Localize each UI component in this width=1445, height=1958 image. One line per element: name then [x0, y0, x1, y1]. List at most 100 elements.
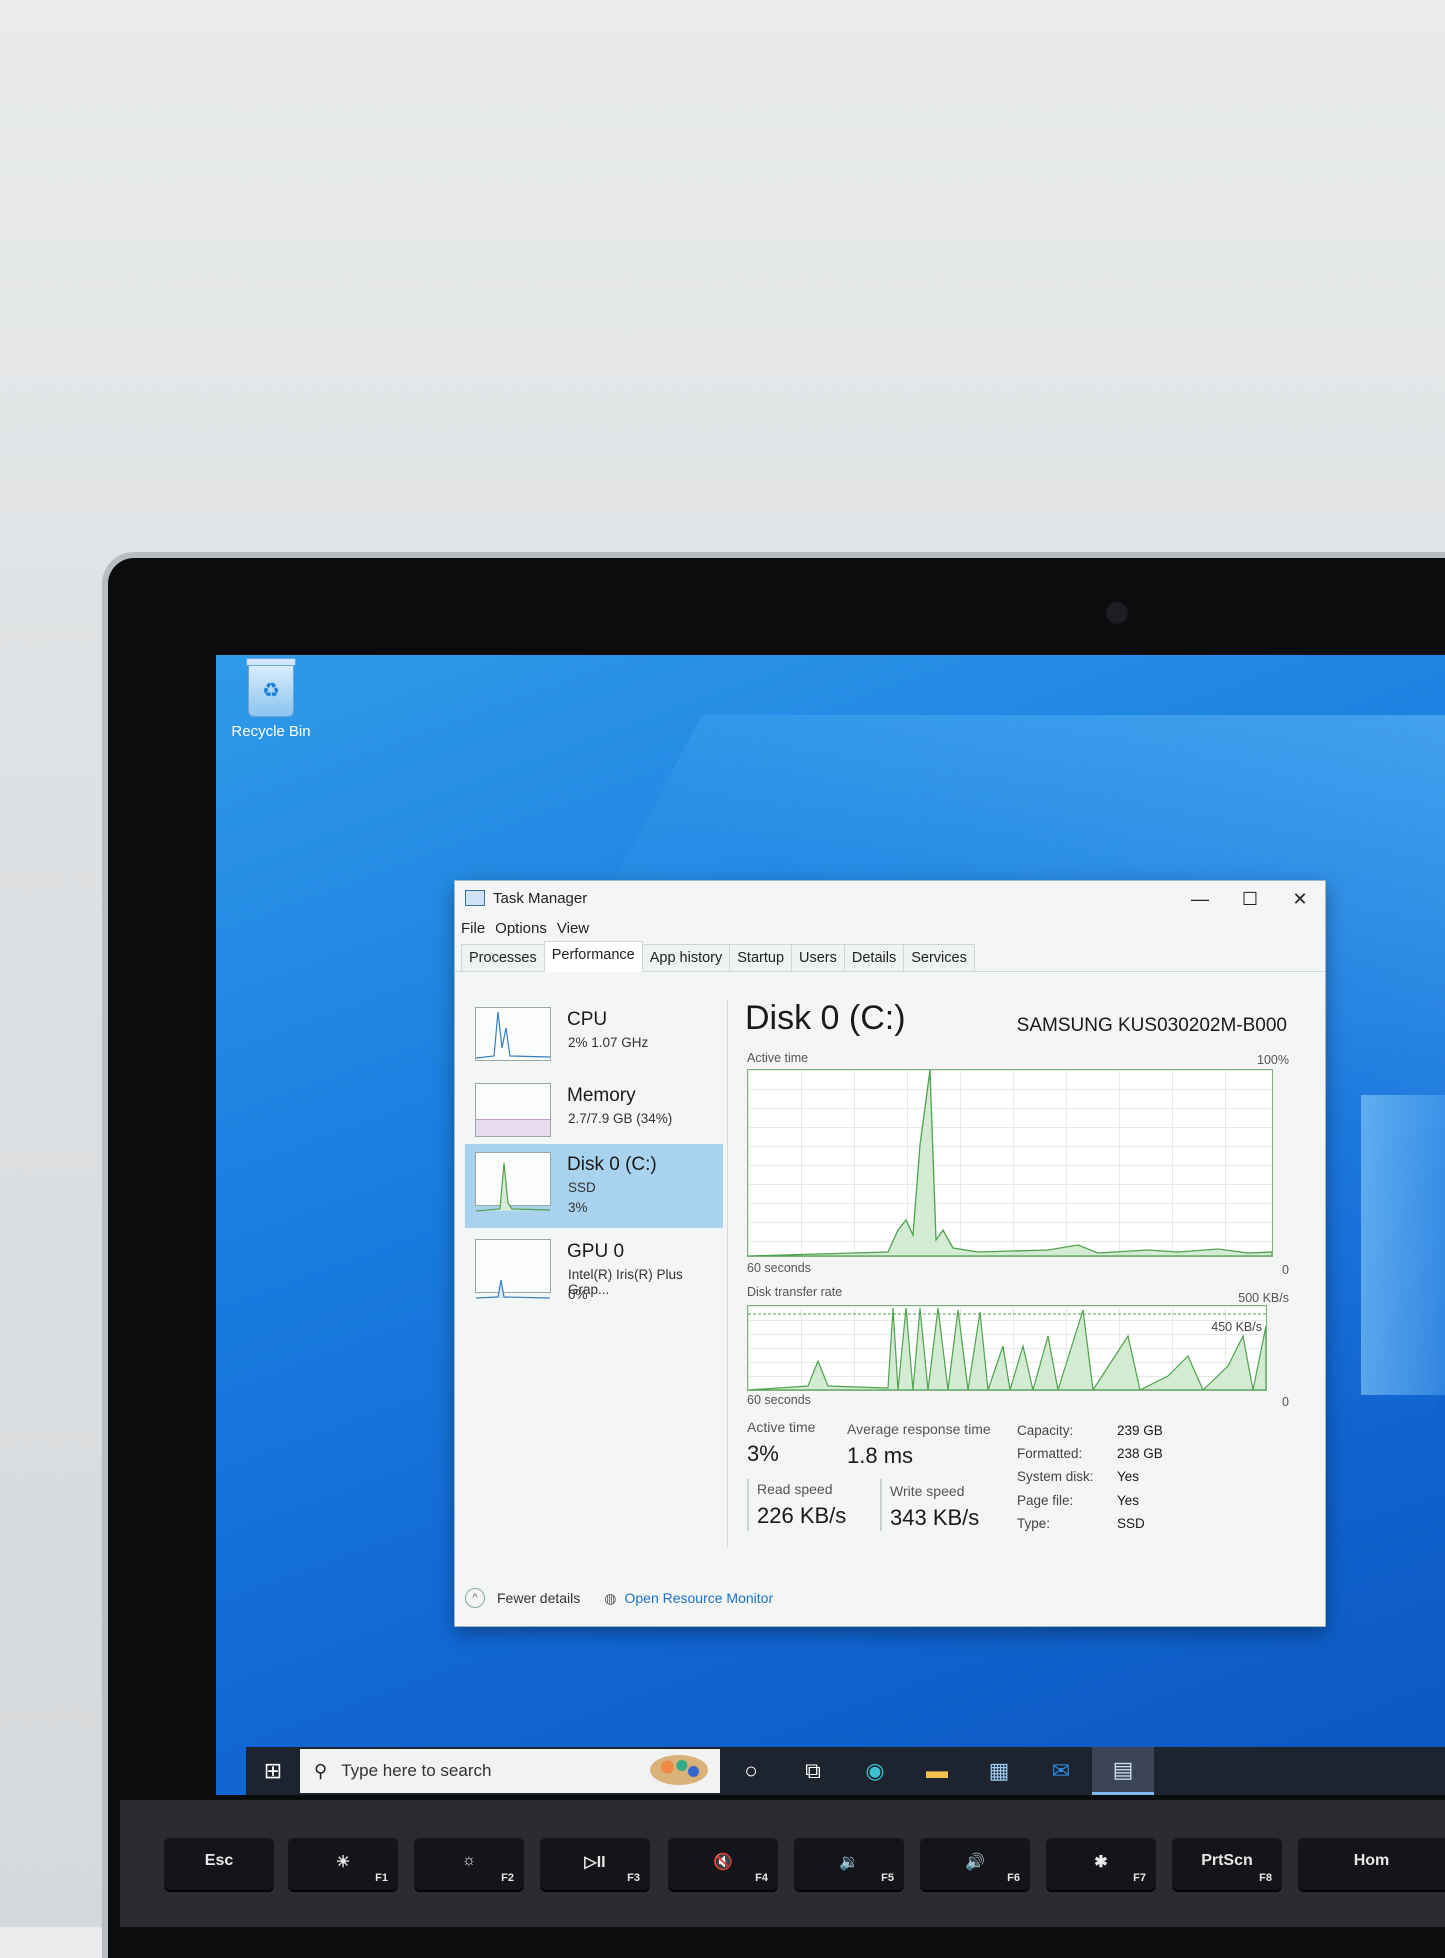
mail-button[interactable]: ✉ — [1030, 1747, 1092, 1795]
task-view-button[interactable]: ⧉ — [782, 1747, 844, 1795]
key-label: ▷II — [584, 1854, 606, 1871]
maximize-button[interactable]: ☐ — [1225, 885, 1275, 913]
resource-cpu[interactable]: CPU 2% 1.07 GHz — [465, 999, 723, 1083]
edge-icon: ◉ — [865, 1758, 885, 1783]
window-title: Task Manager — [493, 889, 588, 907]
menu-options[interactable]: Options — [495, 920, 547, 937]
key-fn: F4 — [755, 1872, 768, 1884]
tab-details[interactable]: Details — [843, 944, 905, 971]
capacity-label: Capacity: — [1017, 1423, 1074, 1438]
active-time-stat-label: Active time — [747, 1419, 816, 1435]
active-time-seconds-label: 60 seconds — [747, 1261, 811, 1275]
read-speed-label: Read speed — [757, 1481, 833, 1497]
key-label: ☼ — [461, 1852, 477, 1869]
start-button[interactable]: ⊞ — [246, 1747, 300, 1795]
key-f6[interactable]: 🔊 F6 — [920, 1838, 1030, 1890]
tab-users[interactable]: Users — [791, 944, 845, 971]
tab-bar: Processes Performance App history Startu… — [455, 941, 1325, 972]
fewer-details-link[interactable]: Fewer details — [497, 1590, 580, 1606]
task-manager-icon: ▤ — [1112, 1756, 1134, 1782]
transfer-max-label: 500 KB/s — [1238, 1291, 1289, 1305]
resource-disk-0[interactable]: Disk 0 (C:) SSD 3% — [465, 1144, 723, 1228]
keyboard-cover: Esc ☀ F1 ☼ F2 ▷II F3 🔇 F4 🔉 F5 🔊 F6 ✱ F7 PrtScn… — [120, 1800, 1445, 1927]
read-speed-value: 226 KB/s — [757, 1503, 847, 1528]
menu-view[interactable]: View — [557, 920, 589, 937]
write-speed-label: Write speed — [890, 1483, 965, 1499]
footer-bar: ^ Fewer details ◍ Open Resource Monitor — [465, 1588, 773, 1608]
key-label: ✱ — [1094, 1854, 1108, 1871]
recycle-bin-label: Recycle Bin — [231, 723, 311, 740]
key-fn: F1 — [375, 1872, 388, 1884]
active-time-max-label: 100% — [1257, 1053, 1289, 1067]
task-view-icon: ⧉ — [805, 1758, 821, 1783]
store-icon: ▦ — [988, 1758, 1010, 1783]
key-label: 🔇 — [713, 1854, 733, 1871]
key-esc[interactable]: Esc — [164, 1838, 274, 1890]
key-fn: F3 — [627, 1872, 640, 1884]
file-explorer-button[interactable]: ▬ — [906, 1747, 968, 1795]
transfer-threshold-label: 450 KB/s — [1211, 1320, 1262, 1334]
tab-processes[interactable]: Processes — [461, 944, 545, 971]
transfer-seconds-label: 60 seconds — [747, 1393, 811, 1407]
search-icon: ⚲ — [314, 1760, 328, 1781]
key-fn: F5 — [881, 1872, 894, 1884]
panel-divider — [727, 999, 728, 1547]
key-f2[interactable]: ☼ F2 — [414, 1838, 524, 1890]
mail-icon: ✉ — [1051, 1758, 1071, 1783]
disk-transfer-graph: 450 KB/s — [747, 1305, 1267, 1391]
key-f5[interactable]: 🔉 F5 — [794, 1838, 904, 1890]
edge-button[interactable]: ◉ — [844, 1747, 906, 1795]
circle-icon: ○ — [744, 1758, 758, 1783]
formatted-value: 238 GB — [1117, 1446, 1163, 1461]
transfer-graph-label: Disk transfer rate — [747, 1285, 843, 1299]
system-disk-label: System disk: — [1017, 1469, 1094, 1484]
close-button[interactable]: ✕ — [1275, 885, 1325, 913]
task-manager-taskbar-button[interactable]: ▤ — [1092, 1747, 1154, 1795]
tab-performance[interactable]: Performance — [543, 941, 643, 972]
key-f8-prtscn[interactable]: PrtScn F8 — [1172, 1838, 1282, 1890]
avg-response-label: Average response time — [847, 1421, 991, 1437]
palette-icon — [650, 1755, 708, 1785]
chevron-up-icon[interactable]: ^ — [465, 1588, 485, 1608]
minimize-button[interactable]: — — [1175, 885, 1225, 913]
open-resource-monitor-link[interactable]: Open Resource Monitor — [624, 1590, 773, 1606]
recycle-bin-icon: ♻ — [246, 658, 296, 717]
search-placeholder: Type here to search — [341, 1761, 492, 1780]
active-time-min-label: 0 — [1282, 1263, 1289, 1277]
front-camera — [1106, 602, 1128, 624]
taskbar: ⊞ ⚲ Type here to search ○ ⧉ ◉ ▬ ▦ ✉ ▤ — [246, 1747, 1445, 1795]
resource-detail: 2% 1.07 GHz — [568, 1035, 649, 1050]
key-label: PrtScn — [1201, 1852, 1253, 1869]
write-speed-divider — [880, 1479, 882, 1531]
windows-icon: ⊞ — [263, 1758, 283, 1783]
tab-services[interactable]: Services — [903, 944, 975, 971]
resource-usage: 3% — [568, 1200, 588, 1215]
cpu-thumbnail-graph — [475, 1007, 551, 1061]
type-label: Type: — [1017, 1516, 1051, 1531]
transfer-min-label: 0 — [1282, 1395, 1289, 1409]
tab-startup[interactable]: Startup — [729, 944, 793, 971]
gpu-thumbnail-graph — [475, 1239, 551, 1299]
cortana-button[interactable]: ○ — [720, 1747, 782, 1795]
system-disk-value: Yes — [1117, 1469, 1140, 1484]
recycle-bin-shortcut[interactable]: ♻ Recycle Bin — [226, 658, 316, 740]
active-time-graph — [747, 1069, 1273, 1257]
menu-file[interactable]: File — [461, 920, 485, 937]
key-f3[interactable]: ▷II F3 — [540, 1838, 650, 1890]
menu-bar: File Options View — [455, 915, 1325, 941]
key-f4[interactable]: 🔇 F4 — [668, 1838, 778, 1890]
key-fn: F6 — [1007, 1872, 1020, 1884]
key-home[interactable]: Hom — [1298, 1838, 1445, 1890]
resource-list: CPU 2% 1.07 GHz Memory 2.7/7.9 GB (34%) … — [461, 999, 723, 1569]
search-box[interactable]: ⚲ Type here to search — [300, 1749, 720, 1793]
avg-response-value: 1.8 ms — [847, 1443, 914, 1468]
tab-app-history[interactable]: App history — [641, 944, 731, 971]
resource-gpu-0[interactable]: GPU 0 Intel(R) Iris(R) Plus Grap... 0% — [465, 1231, 723, 1315]
resource-detail: 2.7/7.9 GB (34%) — [568, 1111, 673, 1126]
key-label: 🔊 — [965, 1854, 985, 1871]
store-button[interactable]: ▦ — [968, 1747, 1030, 1795]
key-f1[interactable]: ☀ F1 — [288, 1838, 398, 1890]
page-file-label: Page file: — [1017, 1493, 1074, 1508]
key-f7[interactable]: ✱ F7 — [1046, 1838, 1156, 1890]
desktop-screen: ♻ Recycle Bin Task Manager — ☐ ✕ File Op… — [216, 655, 1445, 1795]
